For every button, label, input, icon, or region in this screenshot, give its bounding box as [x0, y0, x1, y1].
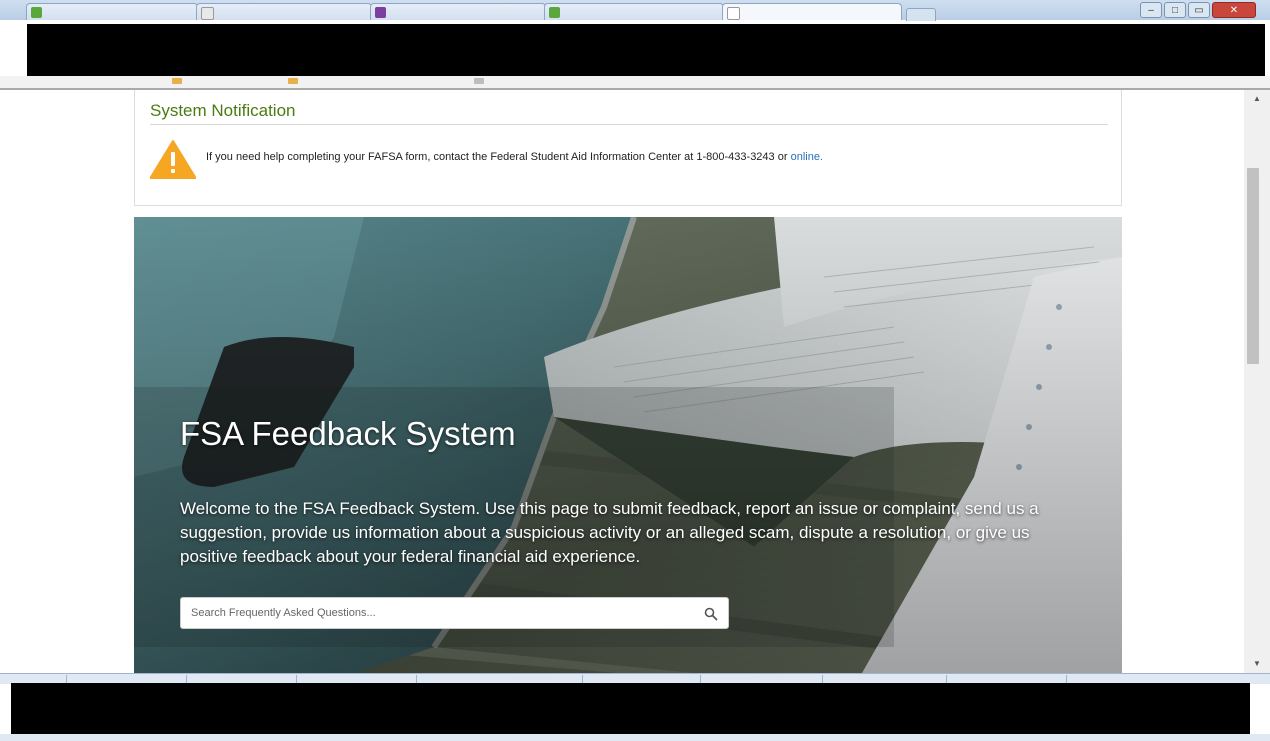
taskbar-divider [66, 675, 67, 683]
browser-tab[interactable] [196, 3, 372, 20]
page-viewport: System Notification If you need help com… [0, 90, 1244, 673]
browser-tab[interactable] [26, 3, 198, 20]
browser-tab[interactable] [370, 3, 546, 20]
vertical-scrollbar[interactable]: ▲ ▼ [1244, 90, 1270, 673]
minimize-icon: – [1148, 5, 1154, 16]
bookmarks-bar [0, 76, 1270, 90]
bookmark-folder-icon[interactable] [288, 78, 298, 84]
search-icon[interactable] [704, 607, 718, 621]
redacted-taskbar-region [11, 683, 1250, 734]
taskbar-divider [186, 675, 187, 683]
tab-favicon-icon [31, 7, 42, 18]
maximize-icon: □ [1171, 5, 1179, 16]
faq-search-input[interactable] [181, 598, 691, 628]
warning-icon [150, 140, 196, 179]
hero-banner: FSA Feedback System Welcome to the FSA F… [134, 217, 1122, 673]
new-tab-button[interactable] [906, 8, 936, 21]
restore-button-2[interactable]: ▭ [1188, 2, 1210, 18]
tab-favicon-icon [549, 7, 560, 18]
restore-button[interactable]: □ [1164, 2, 1186, 18]
hero-description: Welcome to the FSA Feedback System. Use … [180, 499, 1039, 566]
redacted-toolbar-region [27, 24, 1265, 76]
browser-tab[interactable] [544, 3, 724, 20]
bookmark-folder-icon[interactable] [172, 78, 182, 84]
taskbar-divider [296, 675, 297, 683]
hero-title: FSA Feedback System [180, 415, 516, 452]
scrollbar-thumb[interactable] [1247, 168, 1259, 364]
bookmark-page-icon[interactable] [474, 78, 484, 84]
scroll-up-arrow-icon[interactable]: ▲ [1244, 92, 1270, 106]
close-icon: ✕ [1229, 5, 1239, 16]
faq-search-box [180, 597, 729, 629]
online-help-link[interactable]: online. [791, 151, 823, 163]
scroll-down-arrow-icon[interactable]: ▼ [1244, 657, 1270, 671]
notification-message-text: If you need help completing your FAFSA f… [206, 151, 788, 163]
minimize-button[interactable]: – [1140, 2, 1162, 18]
taskbar-divider [946, 675, 947, 683]
notification-message: If you need help completing your FAFSA f… [206, 151, 823, 163]
taskbar-divider [416, 675, 417, 683]
notification-title: System Notification [150, 101, 296, 120]
browser-tab-active[interactable] [722, 3, 902, 20]
taskbar-divider [1066, 675, 1067, 683]
system-notification-panel: System Notification If you need help com… [134, 90, 1122, 206]
restore-icon: ▭ [1194, 5, 1204, 16]
page-favicon-icon [201, 7, 214, 20]
taskbar-bottom [0, 734, 1270, 741]
taskbar-divider [700, 675, 701, 683]
close-window-button[interactable]: ✕ [1212, 2, 1256, 18]
tab-favicon-icon [375, 7, 386, 18]
taskbar-divider [822, 675, 823, 683]
taskbar-divider [582, 675, 583, 683]
page-favicon-icon [727, 7, 740, 20]
divider [150, 124, 1108, 125]
browser-tab-strip: – □ ▭ ✕ [0, 0, 1270, 21]
